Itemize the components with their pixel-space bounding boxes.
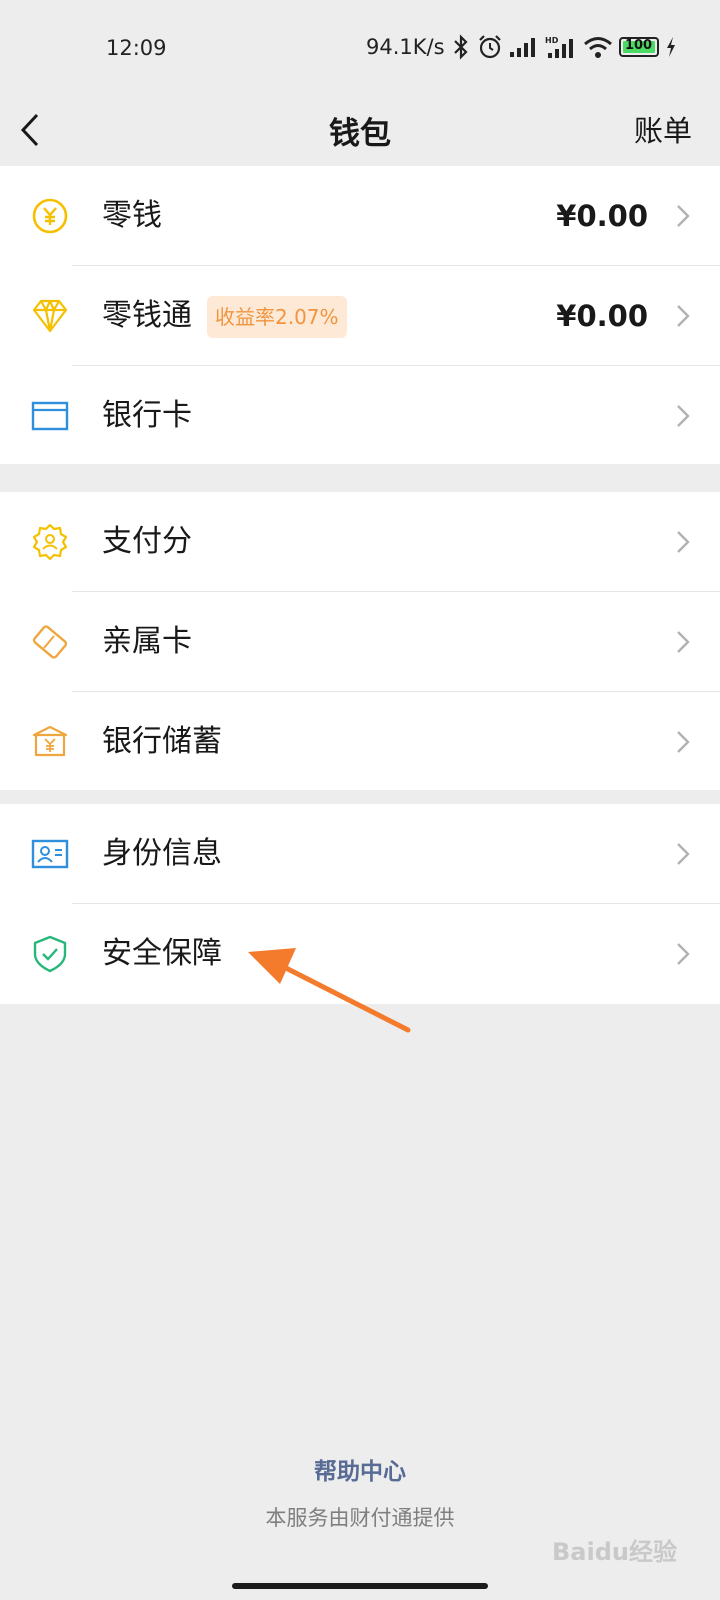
- baidu-watermark: Baidu经验: [552, 1522, 682, 1572]
- page-title: 钱包: [329, 116, 391, 152]
- id-card-icon: [31, 839, 69, 869]
- wallet-group-account: 身份信息 安全保障: [0, 804, 720, 1004]
- chevron-right-icon: [677, 731, 690, 753]
- shield-icon: [33, 935, 67, 973]
- chevron-right-icon: [677, 631, 690, 653]
- bill-button[interactable]: 账单: [634, 108, 692, 150]
- badge-score-icon: [32, 523, 68, 561]
- chevron-right-icon: [677, 843, 690, 865]
- row-bank-card[interactable]: 银行卡: [0, 366, 720, 466]
- row-security[interactable]: 安全保障: [0, 904, 720, 1004]
- row-label: 银行储蓄: [102, 724, 222, 759]
- network-speed: 94.1K/s: [366, 35, 445, 59]
- row-label: 支付分: [102, 524, 192, 559]
- chevron-right-icon: [677, 943, 690, 965]
- battery-level: 100: [624, 38, 653, 53]
- chevron-right-icon: [677, 531, 690, 553]
- chevron-right-icon: [677, 305, 690, 327]
- nav-bar: 钱包 账单: [0, 90, 720, 170]
- signal-hd-icon: HD: [545, 36, 573, 58]
- status-icons: 94.1K/s HD 100: [366, 34, 677, 60]
- balance-value: ¥0.00: [556, 199, 648, 233]
- row-label: 银行卡: [102, 398, 192, 433]
- row-bank-savings[interactable]: 银行储蓄: [0, 692, 720, 792]
- row-family-card[interactable]: 亲属卡: [0, 592, 720, 692]
- diamond-icon: [32, 299, 68, 333]
- alarm-icon: [478, 35, 501, 59]
- home-indicator[interactable]: [232, 1583, 488, 1589]
- svg-text:HD: HD: [545, 36, 559, 45]
- chevron-right-icon: [677, 405, 690, 427]
- row-label: 亲属卡: [102, 624, 192, 659]
- row-change[interactable]: 零钱 ¥0.00: [0, 166, 720, 266]
- family-card-icon: [32, 625, 68, 659]
- chevron-right-icon: [677, 205, 690, 227]
- charging-icon: [666, 37, 675, 57]
- row-label: 身份信息: [102, 836, 222, 871]
- bank-card-icon: [31, 401, 69, 431]
- signal-icon: [509, 38, 535, 57]
- row-pay-score[interactable]: 支付分: [0, 492, 720, 592]
- status-bar: 12:09 94.1K/s HD 100: [0, 0, 720, 90]
- bank-savings-icon: [32, 725, 68, 757]
- wallet-group-balance: 零钱 ¥0.00 零钱通 收益率2.07% ¥0.00 银行卡: [0, 166, 720, 464]
- wallet-group-services: 支付分 亲属卡 银行储蓄: [0, 492, 720, 790]
- help-center-link[interactable]: 帮助中心: [0, 1452, 720, 1486]
- yuan-coin-icon: [32, 198, 68, 234]
- row-identity[interactable]: 身份信息: [0, 804, 720, 904]
- balance-value: ¥0.00: [556, 299, 648, 333]
- row-label: 安全保障: [102, 936, 222, 971]
- row-label: 零钱通: [102, 298, 192, 333]
- status-time: 12:09: [106, 36, 167, 60]
- watermark-text: Baidu经验: [552, 1538, 677, 1566]
- row-label: 零钱: [102, 198, 162, 233]
- yield-badge: 收益率2.07%: [207, 296, 347, 338]
- bluetooth-icon: [453, 34, 468, 60]
- battery-icon: 100: [618, 37, 659, 57]
- wifi-icon: [583, 37, 612, 58]
- row-licaitong[interactable]: 零钱通 收益率2.07% ¥0.00: [0, 266, 720, 366]
